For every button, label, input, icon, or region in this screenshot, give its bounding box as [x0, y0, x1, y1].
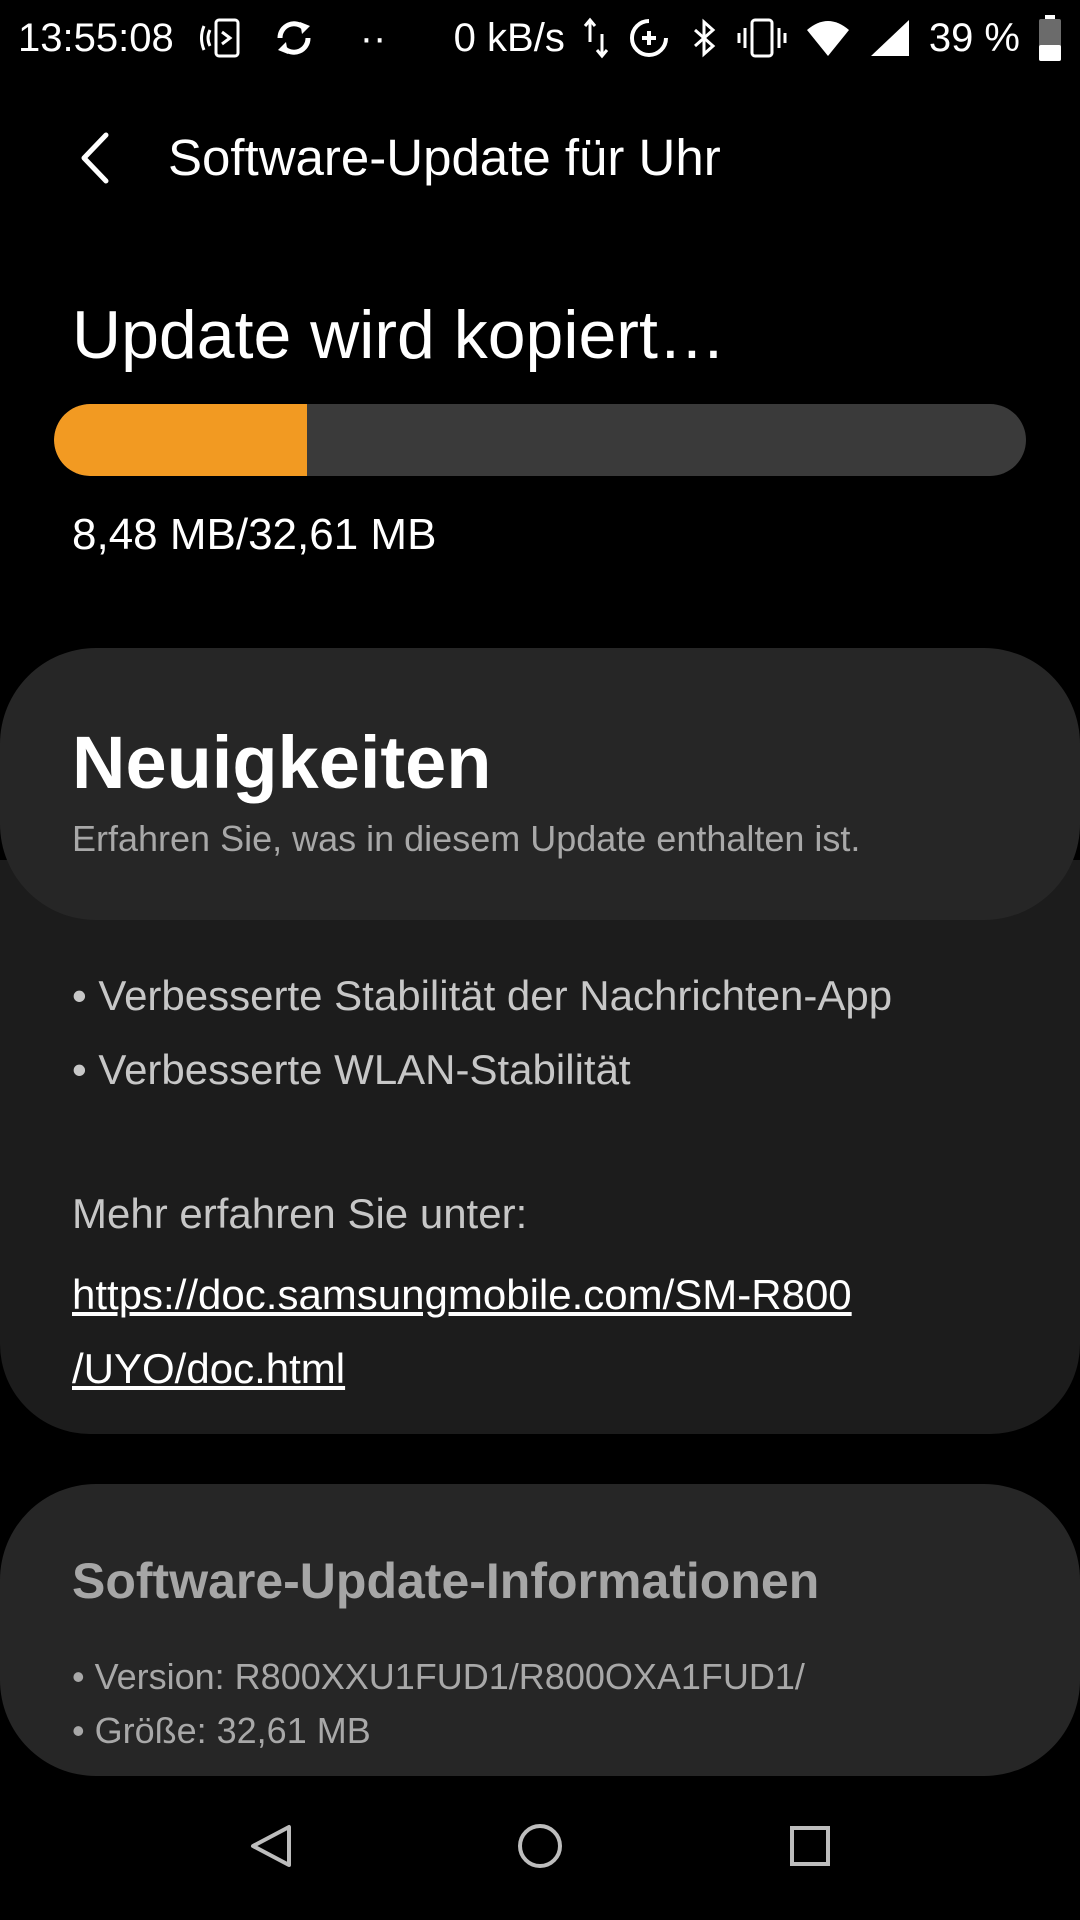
data-saver-icon: [627, 16, 671, 60]
progress-text: 8,48 MB/32,61 MB: [72, 510, 437, 559]
page-title: Software-Update für Uhr: [168, 129, 721, 186]
network-speed: 0 kB/s: [453, 15, 565, 60]
wifi-icon: [805, 16, 851, 60]
status-time: 13:55:08: [18, 15, 174, 60]
change-item: • Verbesserte WLAN-Stabilität: [72, 1046, 631, 1093]
nav-home-button[interactable]: [500, 1806, 580, 1886]
status-bar: 13:55:08 ·· 0 kB/s 39 %: [0, 0, 1080, 76]
version-line: • Version: R800XXU1FUD1/R800OXA1FUD1/: [72, 1656, 805, 1697]
battery-icon: [1038, 15, 1062, 61]
status-dots: ··: [359, 15, 387, 60]
change-item: • Verbesserte Stabilität der Nachrichten…: [72, 972, 893, 1019]
progress-fill: [54, 404, 307, 476]
release-notes-link[interactable]: https://doc.samsungmobile.com/SM-R800 /U…: [72, 1258, 972, 1406]
recents-square-icon: [790, 1826, 830, 1866]
back-triangle-icon: [251, 1825, 291, 1867]
vibrate-icon: [737, 16, 787, 60]
news-card-header: Neuigkeiten Erfahren Sie, was in diesem …: [0, 648, 1080, 920]
signal-icon: [869, 16, 911, 60]
status-left: 13:55:08 ··: [18, 16, 386, 61]
home-circle-icon: [518, 1824, 562, 1868]
data-transfer-icon: [583, 16, 609, 60]
bluetooth-icon: [689, 16, 719, 60]
progress-bar: [54, 404, 1026, 476]
link-line-1: https://doc.samsungmobile.com/SM-R800: [72, 1271, 852, 1318]
nav-back-button[interactable]: [230, 1806, 310, 1886]
sync-icon: [270, 16, 318, 60]
battery-percent: 39 %: [928, 15, 1020, 60]
news-card-body: • Verbesserte Stabilität der Nachrichten…: [0, 860, 1080, 1434]
back-button[interactable]: [64, 126, 128, 190]
update-info-card: Software-Update-Informationen • Version:…: [0, 1484, 1080, 1776]
nav-recents-button[interactable]: [770, 1806, 850, 1886]
chevron-left-icon: [81, 132, 109, 184]
app-bar: Software-Update für Uhr: [0, 100, 1080, 216]
nfc-phone-icon: [196, 16, 248, 60]
status-right: 0 kB/s 39 %: [453, 15, 1062, 61]
news-subtitle: Erfahren Sie, was in diesem Update entha…: [72, 818, 861, 859]
info-title: Software-Update-Informationen: [72, 1553, 820, 1609]
news-title: Neuigkeiten: [72, 721, 492, 804]
size-line: • Größe: 32,61 MB: [72, 1710, 371, 1751]
navigation-bar: [0, 1776, 1080, 1920]
update-status-title: Update wird kopiert…: [72, 297, 726, 373]
screen: 13:55:08 ·· 0 kB/s 39 % Software-Update …: [0, 0, 1080, 1920]
link-line-2: /UYO/doc.html: [72, 1345, 346, 1392]
more-info-label: Mehr erfahren Sie unter:: [72, 1190, 528, 1237]
